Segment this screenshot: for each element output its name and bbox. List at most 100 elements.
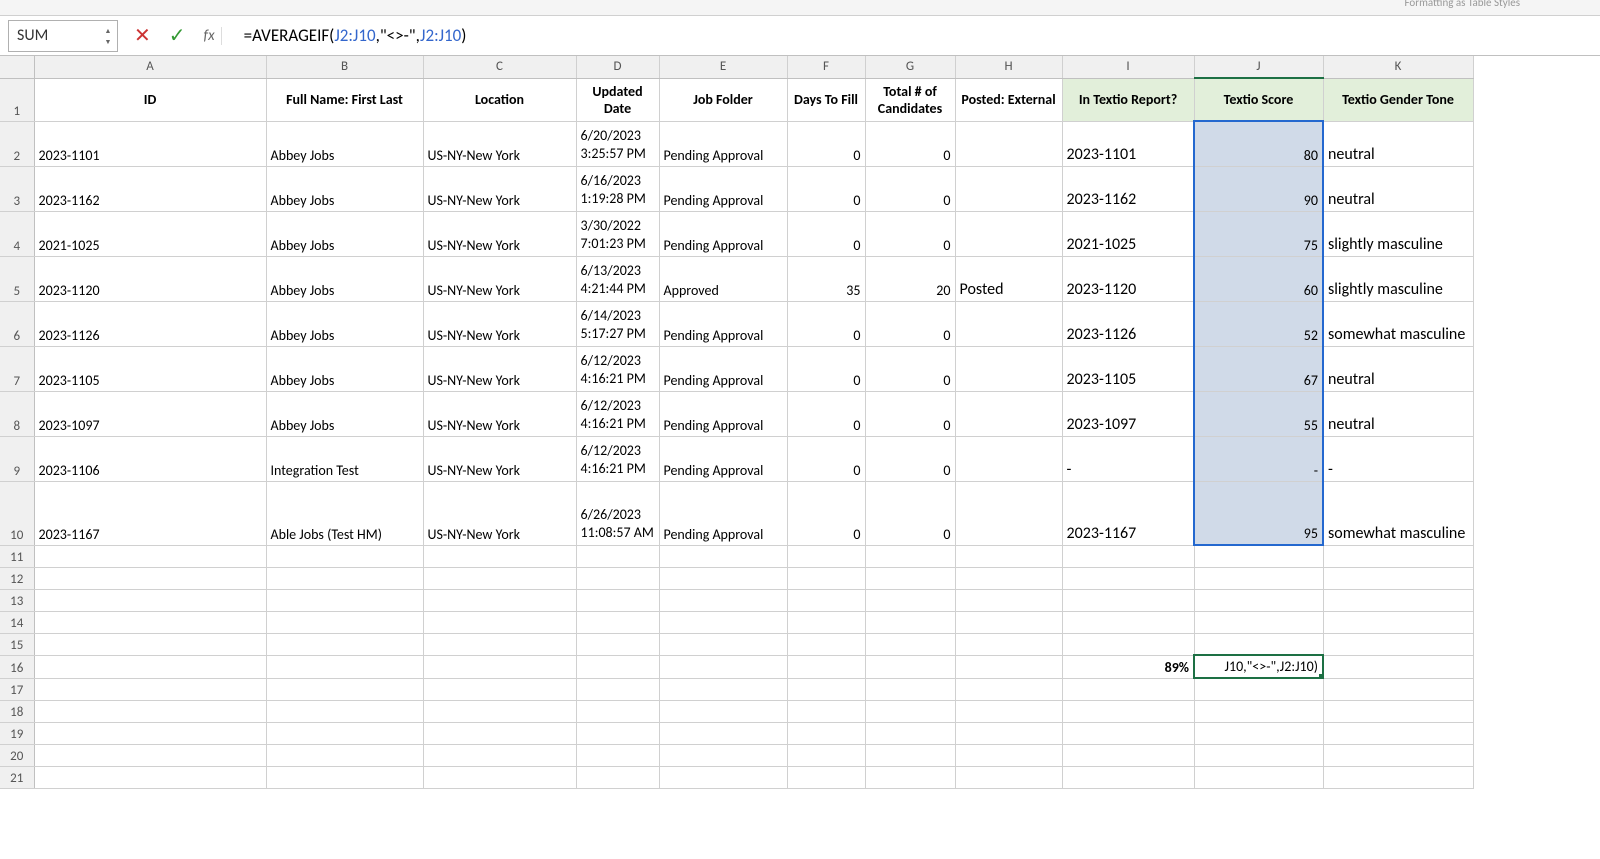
cell[interactable]: 2023-1120 <box>34 256 266 301</box>
cell[interactable] <box>865 611 955 633</box>
cell[interactable] <box>423 545 576 567</box>
name-box[interactable]: SUM ▲ ▼ <box>8 20 118 52</box>
cell[interactable] <box>1323 567 1473 589</box>
cell[interactable] <box>576 766 659 788</box>
cell[interactable]: neutral <box>1323 166 1473 211</box>
cell[interactable] <box>34 744 266 766</box>
cell[interactable] <box>423 700 576 722</box>
cell[interactable]: 2021-1025 <box>34 211 266 256</box>
header-textio-gender-tone[interactable]: Textio Gender Tone <box>1323 78 1473 121</box>
cell[interactable] <box>423 655 576 678</box>
cell[interactable]: neutral <box>1323 391 1473 436</box>
cell[interactable]: 0 <box>865 121 955 166</box>
cell[interactable]: Pending Approval <box>659 481 787 545</box>
spreadsheet-grid[interactable]: A B C D E F G H I J K 1 ID Full Name: Fi… <box>0 56 1600 789</box>
cell[interactable] <box>266 766 423 788</box>
cell[interactable] <box>787 744 865 766</box>
column-header-F[interactable]: F <box>787 56 865 78</box>
cell[interactable]: - <box>1323 436 1473 481</box>
cell[interactable]: slightly masculine <box>1323 256 1473 301</box>
cell[interactable] <box>423 567 576 589</box>
cell[interactable] <box>865 722 955 744</box>
cell[interactable]: US-NY-New York <box>423 121 576 166</box>
cell[interactable] <box>576 655 659 678</box>
cell[interactable]: Posted <box>955 256 1062 301</box>
cell[interactable]: 2023-1106 <box>34 436 266 481</box>
cell[interactable] <box>1194 567 1323 589</box>
cell[interactable] <box>1323 744 1473 766</box>
cell[interactable] <box>955 481 1062 545</box>
cell[interactable]: Abbey Jobs <box>266 301 423 346</box>
cell[interactable]: US-NY-New York <box>423 301 576 346</box>
cell[interactable] <box>266 633 423 655</box>
header-textio-score[interactable]: Textio Score <box>1194 78 1323 121</box>
cell[interactable]: Abbey Jobs <box>266 121 423 166</box>
cell[interactable] <box>1323 722 1473 744</box>
cell[interactable] <box>576 722 659 744</box>
cell[interactable] <box>1194 722 1323 744</box>
row-header[interactable]: 15 <box>0 633 34 655</box>
cell[interactable] <box>1062 611 1194 633</box>
cell[interactable]: neutral <box>1323 121 1473 166</box>
cell[interactable]: 52 <box>1194 301 1323 346</box>
cell[interactable] <box>576 700 659 722</box>
row-header[interactable]: 13 <box>0 589 34 611</box>
header-updated-date[interactable]: Updated Date <box>576 78 659 121</box>
cell[interactable] <box>34 633 266 655</box>
cell[interactable] <box>266 700 423 722</box>
cell[interactable] <box>787 545 865 567</box>
cell[interactable]: 60 <box>1194 256 1323 301</box>
row-header[interactable]: 3 <box>0 166 34 211</box>
cell[interactable]: Able Jobs (Test HM) <box>266 481 423 545</box>
cell[interactable]: 89% <box>1062 655 1194 678</box>
row-header[interactable]: 14 <box>0 611 34 633</box>
cell[interactable]: 2023-1097 <box>34 391 266 436</box>
cell[interactable]: somewhat masculine <box>1323 481 1473 545</box>
cell[interactable] <box>1323 678 1473 700</box>
cell[interactable]: Pending Approval <box>659 301 787 346</box>
cell[interactable]: US-NY-New York <box>423 346 576 391</box>
cell[interactable] <box>787 722 865 744</box>
cell[interactable] <box>787 700 865 722</box>
cell[interactable]: 75 <box>1194 211 1323 256</box>
cell[interactable]: US-NY-New York <box>423 436 576 481</box>
column-header-G[interactable]: G <box>865 56 955 78</box>
cell[interactable] <box>955 766 1062 788</box>
cell[interactable] <box>576 545 659 567</box>
row-header[interactable]: 17 <box>0 678 34 700</box>
column-header-C[interactable]: C <box>423 56 576 78</box>
cell[interactable] <box>1323 700 1473 722</box>
column-header-J[interactable]: J <box>1194 56 1323 78</box>
cell[interactable]: Abbey Jobs <box>266 166 423 211</box>
cell[interactable]: 0 <box>865 391 955 436</box>
cell[interactable] <box>865 545 955 567</box>
cell[interactable]: 0 <box>865 481 955 545</box>
header-textio-report[interactable]: In Textio Report? <box>1062 78 1194 121</box>
cell[interactable] <box>1323 611 1473 633</box>
cell[interactable]: 0 <box>787 166 865 211</box>
cell[interactable] <box>955 301 1062 346</box>
cell[interactable] <box>576 633 659 655</box>
cell[interactable] <box>659 678 787 700</box>
cell[interactable]: 0 <box>787 346 865 391</box>
cell[interactable]: 3/30/20227:01:23 PM <box>576 211 659 256</box>
cell[interactable] <box>865 655 955 678</box>
row-header[interactable]: 8 <box>0 391 34 436</box>
cell[interactable] <box>955 567 1062 589</box>
cell[interactable]: 6/12/20234:16:21 PM <box>576 436 659 481</box>
cell[interactable] <box>659 766 787 788</box>
row-header[interactable]: 1 <box>0 78 34 121</box>
cell[interactable]: 0 <box>865 301 955 346</box>
column-header-K[interactable]: K <box>1323 56 1473 78</box>
cell[interactable] <box>955 611 1062 633</box>
row-header[interactable]: 4 <box>0 211 34 256</box>
row-header[interactable]: 20 <box>0 744 34 766</box>
cell[interactable]: 2023-1101 <box>34 121 266 166</box>
cell[interactable]: 0 <box>787 481 865 545</box>
cell[interactable] <box>955 589 1062 611</box>
cell[interactable]: Abbey Jobs <box>266 391 423 436</box>
cell[interactable] <box>1062 545 1194 567</box>
cell[interactable]: somewhat masculine <box>1323 301 1473 346</box>
cell[interactable]: Pending Approval <box>659 436 787 481</box>
cell[interactable]: 90 <box>1194 166 1323 211</box>
